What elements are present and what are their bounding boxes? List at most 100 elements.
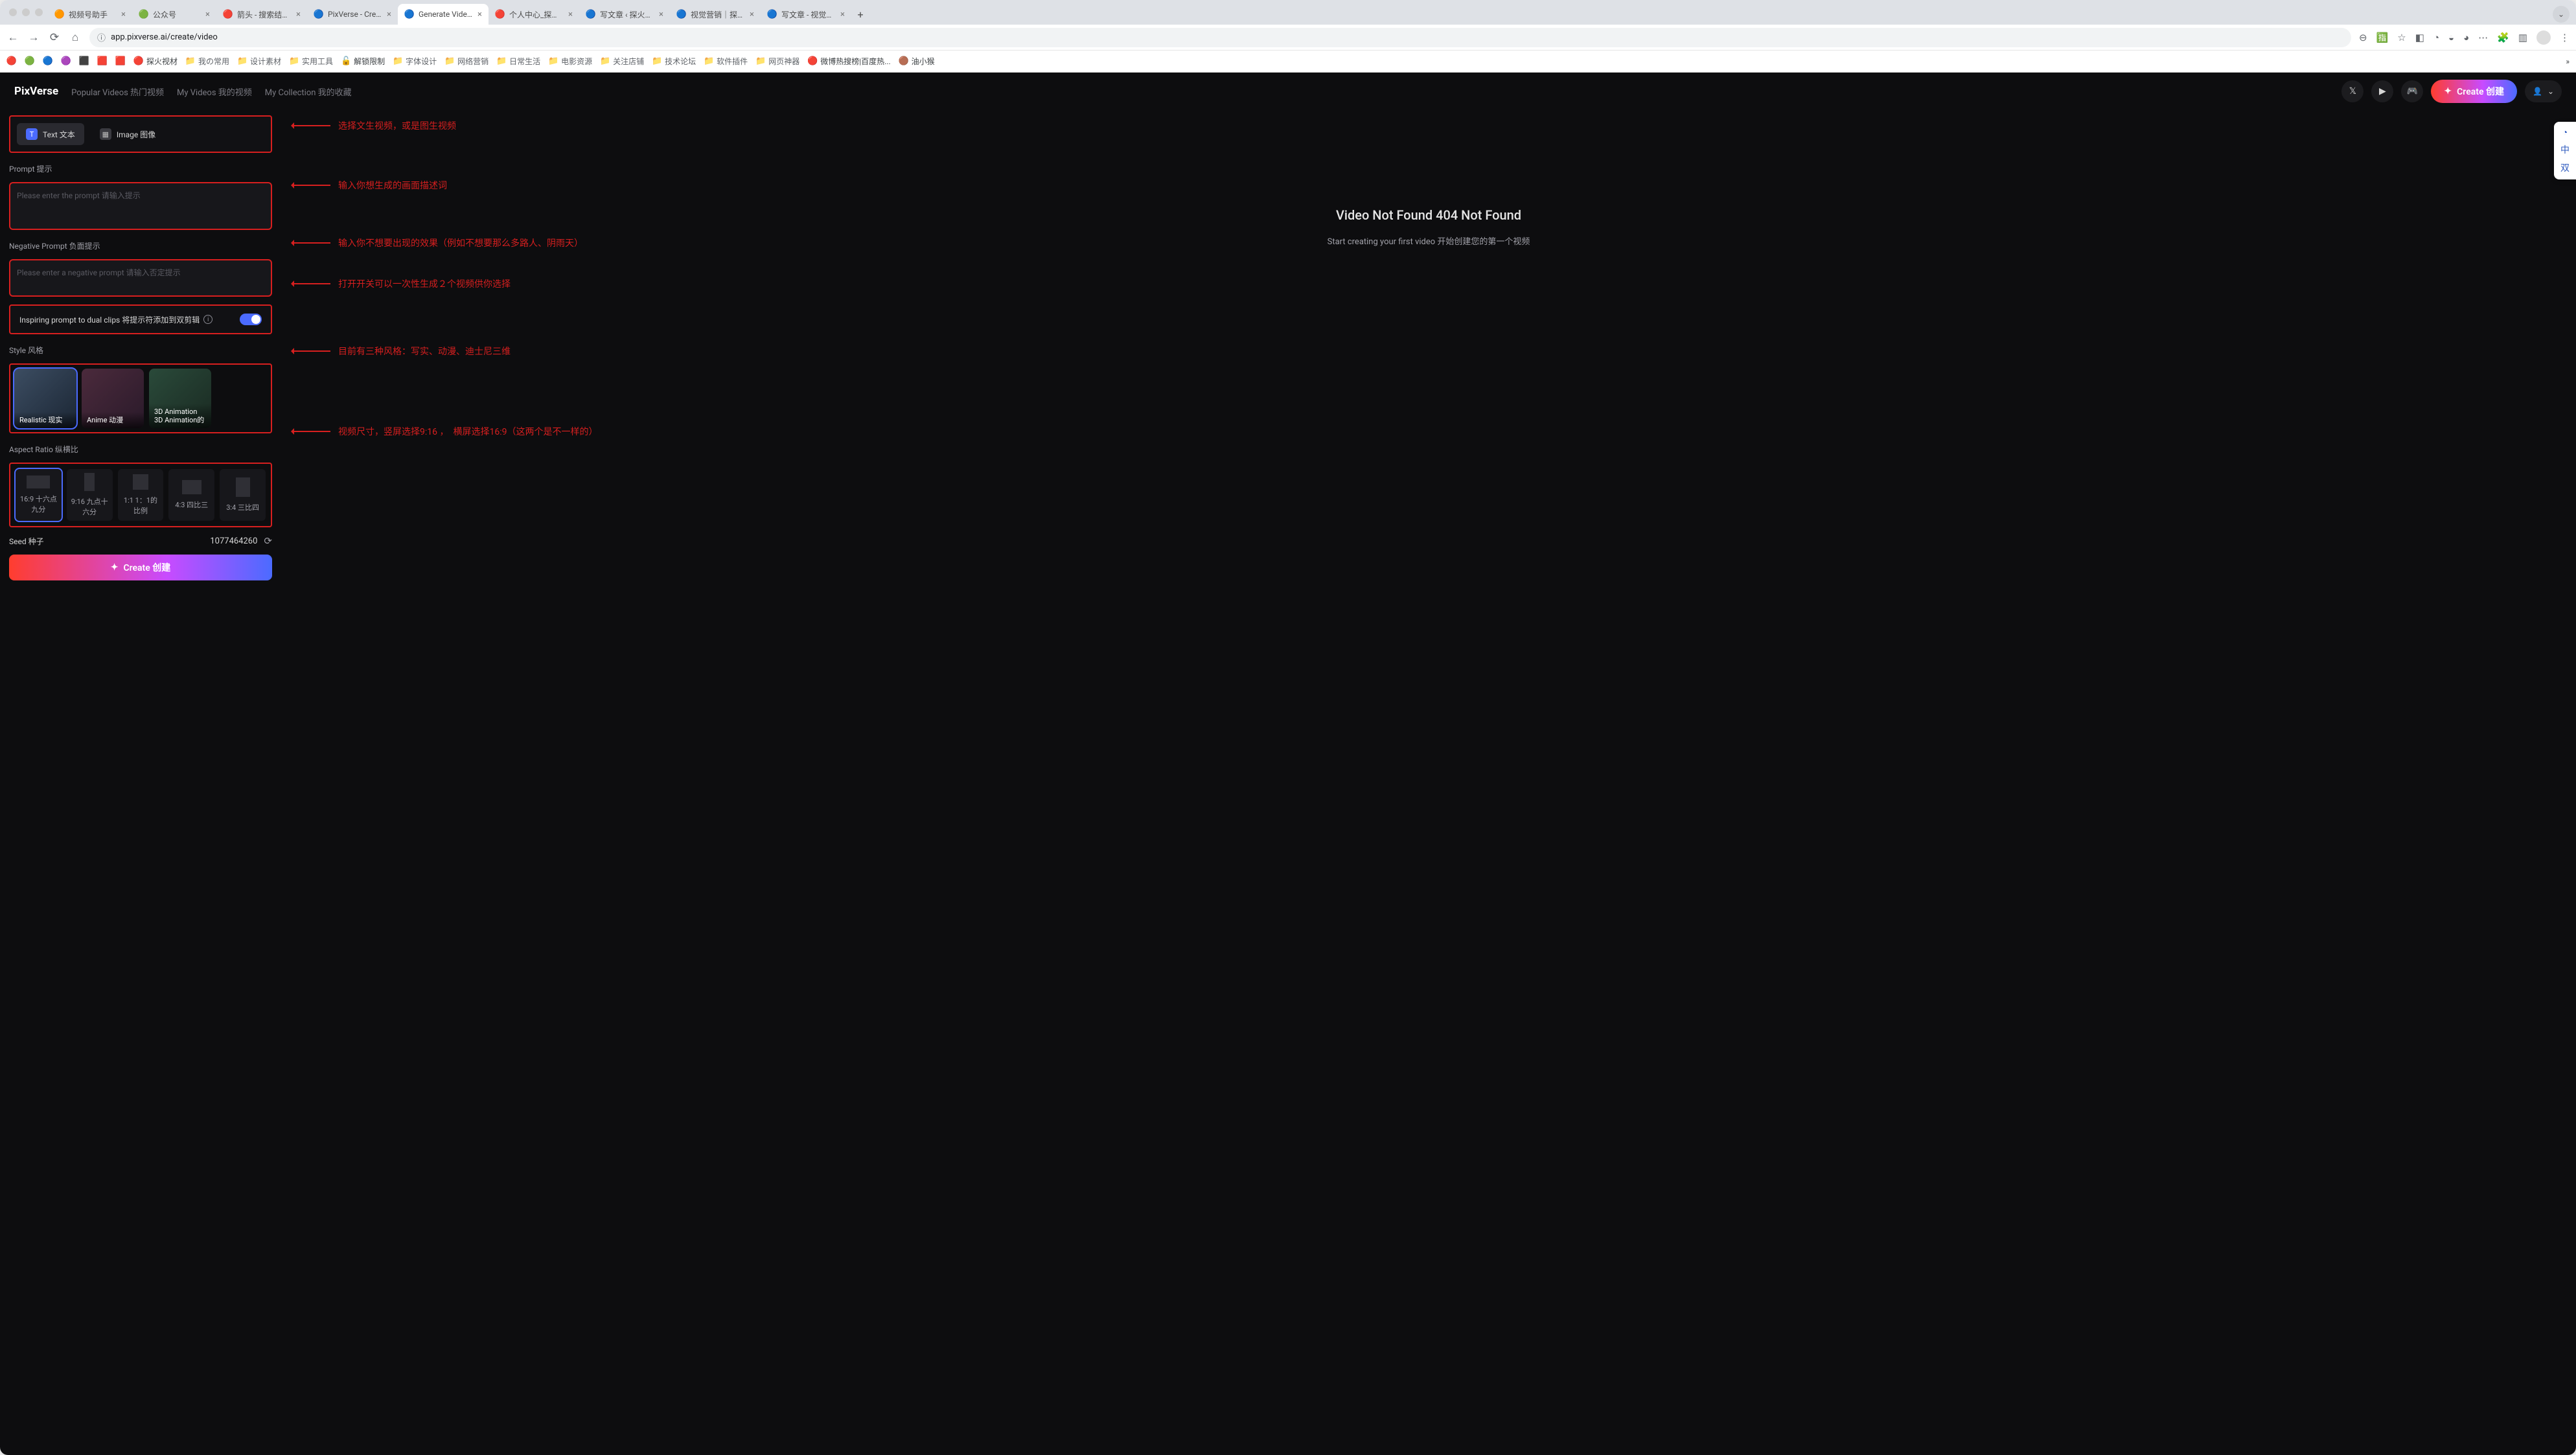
window-controls[interactable] [5,8,48,16]
bookmark-folder[interactable]: 📁关注店铺 [600,56,644,67]
close-icon[interactable]: × [205,10,210,19]
browser-tab-active[interactable]: 🔵Generate Videos× [398,4,489,25]
close-icon[interactable]: × [387,10,391,19]
negative-prompt-input[interactable] [17,267,264,285]
extensions-button[interactable]: 🧩 [2497,32,2509,43]
extension-icon[interactable]: ⋯ [2478,32,2488,43]
bookmark-item[interactable]: 🟥 [115,56,126,67]
style-card-realistic[interactable]: Realistic 现实 [14,369,76,428]
bookmark-folder[interactable]: 📁实用工具 [289,56,333,67]
browser-tab[interactable]: 🟢公众号× [132,4,216,25]
image-icon: ▦ [100,128,111,140]
style-selector: Realistic 现实 Anime 动漫 3D Animation 3D An… [9,363,272,433]
bookmark-folder[interactable]: 📁网络营销 [444,56,489,67]
bookmark-folder[interactable]: 📁字体设计 [393,56,437,67]
bookmark-folder[interactable]: 📁软件插件 [704,56,748,67]
bookmark-item[interactable]: 🔴探火视材 [133,56,178,67]
side-widget-item[interactable]: 双 [2560,161,2570,174]
dual-clips-toggle[interactable] [240,314,262,325]
extension-icon[interactable]: ◔ [2433,32,2439,43]
bookmark-item[interactable]: 🟥 [97,56,108,67]
aspect-16-9[interactable]: 16:9 十六点九分 [16,469,62,521]
bookmark-folder[interactable]: 📁技术论坛 [652,56,696,67]
youtube-icon[interactable]: ▶ [2371,80,2393,102]
bookmark-overflow[interactable]: » [2566,57,2570,66]
close-icon[interactable]: × [750,10,754,19]
bookmark-icon[interactable]: ☆ [2397,32,2406,43]
nav-popular[interactable]: Popular Videos 热门视频 [71,86,164,98]
browser-tab[interactable]: 🔴个人中心_探火视材-月...× [489,4,579,25]
kebab-icon[interactable]: ⋮ [2560,32,2570,43]
site-info-icon[interactable]: ⓘ [97,31,106,43]
close-icon[interactable]: × [568,10,573,19]
bookmark-item[interactable]: 🔵 [43,56,53,67]
close-icon[interactable]: × [659,10,663,19]
bookmark-item[interactable]: 🟣 [61,56,71,67]
close-icon[interactable]: × [296,10,301,19]
close-icon[interactable]: × [477,10,482,19]
aspect-1-1[interactable]: 1:1 1：1的比例 [118,469,164,521]
home-button[interactable]: ⌂ [69,31,82,44]
extension-icon[interactable]: ◕ [2463,32,2469,43]
extension-icon[interactable]: ◒ [2448,32,2454,43]
close-icon[interactable]: × [840,10,845,19]
bookmark-folder[interactable]: 📁网页神器 [755,56,799,67]
nav-my-videos[interactable]: My Videos 我的视频 [177,86,252,98]
close-icon[interactable]: × [121,10,126,19]
sidepanel-button[interactable]: ▥ [2518,32,2527,43]
forward-button[interactable]: → [27,31,40,44]
seed-value[interactable]: 1077464260 [51,536,258,546]
browser-tab[interactable]: 🔵PixVerse - Create br...× [307,4,398,25]
bookmark-folder[interactable]: 📁电影资源 [548,56,592,67]
mode-image-button[interactable]: ▦ Image 图像 [91,123,165,145]
bookmark-item[interactable]: 🔴微博热搜榜|百度热... [807,56,890,67]
aspect-label: 1:1 1：1的比例 [122,495,160,516]
style-card-3d[interactable]: 3D Animation 3D Animation的 [149,369,211,428]
bookmark-item[interactable]: 🟢 [25,56,35,67]
tab-label: 视频号助手 [69,9,117,20]
url-input[interactable]: ⓘ app.pixverse.ai/create/video [89,28,2351,47]
discord-icon[interactable]: 🎮 [2401,80,2423,102]
aspect-shape-icon [182,480,201,494]
bookmark-item[interactable]: 🟤油小猴 [899,56,935,67]
browser-tab[interactable]: 🔴箭头 - 搜索结果 - 花瓣× [216,4,307,25]
password-icon[interactable]: ⊖ [2359,32,2367,43]
style-card-anime[interactable]: Anime 动漫 [82,369,144,428]
aspect-4-3[interactable]: 4:3 四比三 [168,469,214,521]
brand-logo[interactable]: PixVerse [14,85,58,98]
bookmark-item[interactable]: 🔴 [6,56,17,67]
tabs-overflow-button[interactable]: ⌄ [2553,6,2570,23]
info-icon[interactable]: i [203,315,213,324]
extension-icon[interactable]: ◧ [2415,32,2424,43]
refresh-icon[interactable]: ⟳ [264,535,272,547]
nav-my-collection[interactable]: My Collection 我的收藏 [265,86,352,98]
user-menu[interactable]: 👤 ⌄ [2525,80,2562,102]
bookmark-folder[interactable]: 📁日常生活 [496,56,540,67]
bookmark-item[interactable]: 🔓解锁限制 [341,56,385,67]
aspect-3-4[interactable]: 3:4 三比四 [220,469,266,521]
side-widget[interactable]: ◔ 中 双 [2554,122,2576,179]
url-text: app.pixverse.ai/create/video [111,32,218,42]
prompt-input[interactable] [17,190,264,217]
browser-tab[interactable]: 🔵写文章 - 视觉营销｜探...× [761,4,851,25]
translate-icon[interactable]: 🈯 [2376,32,2389,43]
new-tab-button[interactable]: + [851,8,869,21]
browser-tab[interactable]: 🔵视觉营销｜探火TanH...× [670,4,761,25]
bookmark-item[interactable]: ⬛ [79,56,89,67]
avatar[interactable] [2536,30,2551,45]
mode-text-button[interactable]: T Text 文本 [17,123,84,145]
reload-button[interactable]: ⟳ [48,31,61,44]
tab-label: 写文章 ‹ 探火视材-月... [600,9,655,20]
aspect-9-16[interactable]: 9:16 九点十六分 [67,469,113,521]
create-button[interactable]: ✦ Create 创建 [2431,80,2517,103]
side-widget-item[interactable]: 中 [2560,143,2570,156]
browser-tab[interactable]: 🔵写文章 ‹ 探火视材-月...× [579,4,670,25]
generate-button[interactable]: ✦ Create 创建 [9,555,272,580]
back-button[interactable]: ← [6,31,19,44]
bookmark-folder[interactable]: 📁我の常用 [185,56,229,67]
bookmark-folder[interactable]: 📁设计素材 [237,56,281,67]
tab-label: 写文章 - 视觉营销｜探... [781,9,836,20]
browser-tab[interactable]: 🟠视频号助手× [48,4,132,25]
x-icon[interactable]: 𝕏 [2341,80,2363,102]
aspect-shape-icon [236,477,250,497]
